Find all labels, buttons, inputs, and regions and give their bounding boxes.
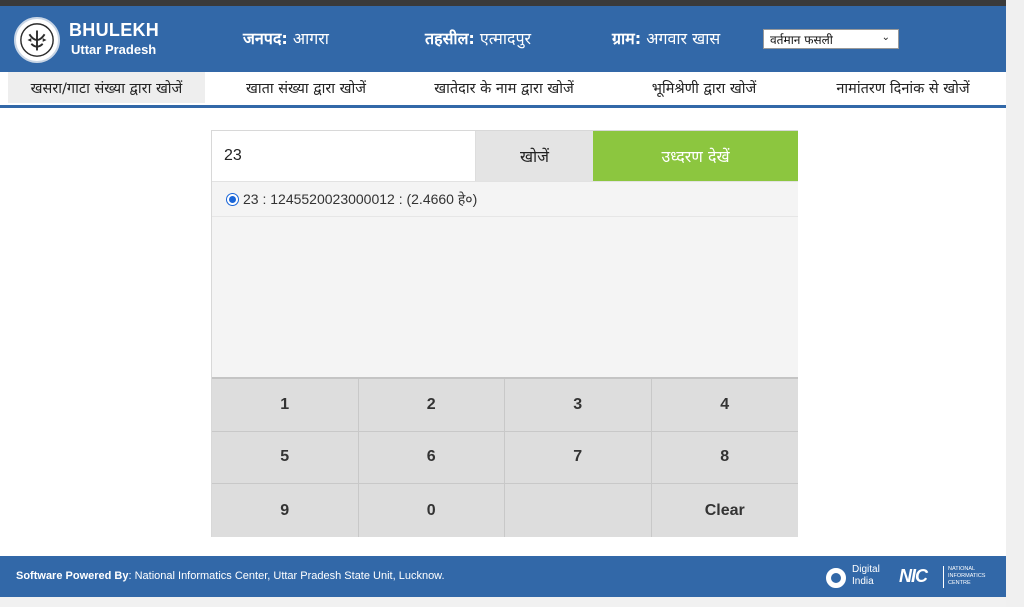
keypad-key-1[interactable]: 1: [212, 379, 359, 432]
numeric-keypad: 1 2 3 4 5 6 7 8 9 0 Clear: [212, 377, 798, 537]
nav-tab-khasra[interactable]: खसरा/गाटा संख्या द्वारा खोजें: [8, 72, 205, 103]
keypad-key-7[interactable]: 7: [505, 431, 652, 485]
up-emblem-logo[interactable]: [14, 17, 60, 63]
digital-india-line1: Digital: [852, 564, 880, 575]
page: BHULEKH Uttar Pradesh जनपद: आगरा तहसील: …: [0, 0, 1024, 607]
keypad-key-0[interactable]: 0: [358, 484, 505, 537]
result-row[interactable]: 23 : 1245520023000012 : (2.4660 हे०): [212, 182, 798, 217]
village-value: अगवार खास: [646, 29, 721, 48]
season-select[interactable]: वर्तमान फसली ⌄: [763, 29, 899, 49]
keypad-key-2[interactable]: 2: [358, 379, 505, 432]
nav-tab-khata[interactable]: खाता संख्या द्वारा खोजें: [228, 72, 384, 103]
keypad-key-5[interactable]: 5: [212, 431, 359, 485]
nic-line3: CENTRE: [948, 580, 971, 586]
footer-powered-label: Software Powered By: [16, 570, 129, 582]
nic-divider: [943, 566, 944, 588]
district-value: आगरा: [292, 29, 329, 48]
digital-india-icon: [826, 568, 846, 588]
keypad-key-4[interactable]: 4: [651, 379, 798, 432]
nic-line2: INFORMATICS: [948, 573, 986, 579]
nic-line1: NATIONAL: [948, 566, 976, 572]
village-label: ग्राम:: [612, 29, 642, 48]
bottom-strip: [0, 597, 1006, 607]
nav-tab-land-category[interactable]: भूमिश्रेणी द्वारा खोजें: [640, 72, 768, 103]
nic-logo[interactable]: NIC NATIONAL INFORMATICS CENTRE: [899, 564, 997, 590]
nav-tab-owner-name[interactable]: खातेदार के नाम द्वारा खोजें: [420, 72, 588, 103]
tehsil-info: तहसील: एत्मादपुर: [425, 27, 531, 49]
brand-title: BHULEKH: [69, 20, 160, 40]
footer-powered-text: : National Informatics Center, Uttar Pra…: [128, 570, 445, 582]
digital-india-logo[interactable]: Digital India: [826, 562, 882, 592]
keypad-clear-button[interactable]: Clear: [651, 484, 798, 537]
chevron-down-icon: ⌄: [881, 32, 890, 43]
footer-credit: Software Powered By: National Informatic…: [16, 570, 445, 582]
search-button[interactable]: खोजें: [476, 131, 593, 181]
result-radio[interactable]: [226, 192, 239, 206]
view-extract-button[interactable]: उध्दरण देखें: [593, 131, 798, 181]
emblem-icon: [20, 23, 54, 57]
tehsil-label: तहसील:: [425, 29, 475, 48]
keypad-key-9[interactable]: 9: [212, 484, 359, 537]
nic-mark: NIC: [899, 566, 928, 586]
season-select-value: वर्तमान फसली: [770, 32, 833, 47]
district-label: जनपद:: [243, 29, 288, 48]
search-type-nav: खसरा/गाटा संख्या द्वारा खोजें खाता संख्य…: [0, 72, 1006, 105]
village-info: ग्राम: अगवार खास: [612, 27, 720, 49]
nav-divider: [0, 105, 1006, 108]
nav-tab-mutation-date[interactable]: नामांतरण दिनांक से खोजें: [820, 72, 986, 103]
khasra-search-input[interactable]: [212, 131, 476, 181]
result-text: 23 : 1245520023000012 : (2.4660 हे०): [243, 190, 478, 207]
search-panel: खोजें उध्दरण देखें 23 : 1245520023000012…: [211, 130, 798, 537]
brand-subtitle: Uttar Pradesh: [71, 42, 157, 57]
keypad-key-3[interactable]: 3: [505, 379, 652, 432]
header-bar: BHULEKH Uttar Pradesh जनपद: आगरा तहसील: …: [0, 6, 1006, 72]
footer-bar: Software Powered By: National Informatic…: [0, 556, 1006, 597]
digital-india-line2: India: [852, 576, 874, 587]
keypad-key-blank: [505, 484, 652, 537]
results-list[interactable]: 23 : 1245520023000012 : (2.4660 हे०): [212, 181, 798, 377]
keypad-key-8[interactable]: 8: [651, 431, 798, 485]
keypad-key-6[interactable]: 6: [358, 431, 505, 485]
tehsil-value: एत्मादपुर: [479, 29, 532, 48]
district-info: जनपद: आगरा: [243, 27, 329, 49]
scrollbar-track[interactable]: [1006, 0, 1024, 607]
